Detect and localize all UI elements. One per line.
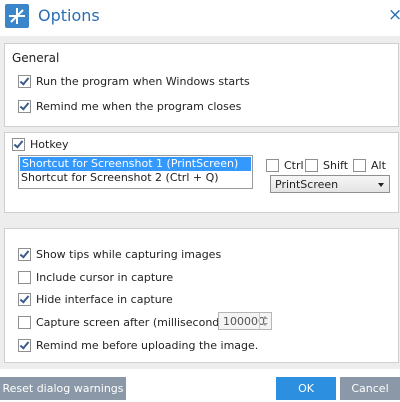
hotkey-checkbox[interactable] bbox=[12, 137, 25, 151]
show-tips-checkbox[interactable] bbox=[18, 247, 31, 261]
show-tips-label: Show tips while capturing images bbox=[36, 247, 222, 261]
title-bar: Options × bbox=[0, 0, 400, 36]
run-on-startup-checkbox[interactable] bbox=[18, 74, 31, 88]
alt-label: Alt bbox=[371, 158, 386, 172]
include-cursor-option[interactable]: Include cursor in capture bbox=[18, 269, 173, 285]
hotkey-key-value: PrintScreen bbox=[275, 178, 339, 191]
hotkey-group: Hotkey Shortcut for Screenshot 1 (PrintS… bbox=[4, 132, 399, 213]
chevron-down-icon bbox=[378, 183, 384, 187]
capture-delay-option[interactable]: Capture screen after (milliseconds): bbox=[18, 314, 233, 330]
alt-checkbox[interactable] bbox=[353, 158, 366, 172]
shortcut-item-screenshot-2[interactable]: Shortcut for Screenshot 2 (Ctrl + Q) bbox=[19, 171, 252, 185]
stepper-buttons[interactable] bbox=[259, 313, 271, 329]
general-group: General Run the program when Windows sta… bbox=[4, 43, 399, 127]
remind-on-close-option[interactable]: Remind me when the program closes bbox=[18, 98, 241, 114]
dialog-footer: Reset dialog warnings OK Cancel bbox=[0, 369, 400, 402]
hide-interface-option[interactable]: Hide interface in capture bbox=[18, 291, 173, 307]
capture-group: Show tips while capturing images Include… bbox=[4, 228, 399, 363]
capture-delay-label: Capture screen after (milliseconds): bbox=[36, 315, 234, 329]
hide-interface-label: Hide interface in capture bbox=[36, 292, 173, 306]
remind-on-close-label: Remind me when the program closes bbox=[36, 99, 242, 113]
hide-interface-checkbox[interactable] bbox=[18, 292, 31, 306]
shift-modifier-option[interactable]: Shift bbox=[305, 157, 348, 173]
general-group-title: General bbox=[12, 51, 60, 65]
run-on-startup-label: Run the program when Windows starts bbox=[36, 74, 250, 88]
stepper-up-icon[interactable] bbox=[262, 316, 268, 319]
remind-upload-checkbox[interactable] bbox=[18, 338, 31, 352]
app-logo-icon bbox=[5, 4, 29, 28]
cancel-button[interactable]: Cancel bbox=[340, 377, 400, 400]
window-title: Options bbox=[38, 6, 100, 25]
stepper-down-icon[interactable] bbox=[262, 323, 268, 326]
run-on-startup-option[interactable]: Run the program when Windows starts bbox=[18, 73, 250, 89]
remind-upload-label: Remind me before uploading the image. bbox=[36, 338, 259, 352]
show-tips-option[interactable]: Show tips while capturing images bbox=[18, 246, 221, 262]
shift-checkbox[interactable] bbox=[305, 158, 318, 172]
reset-dialog-warnings-button[interactable]: Reset dialog warnings bbox=[0, 377, 126, 400]
ctrl-label: Ctrl bbox=[284, 158, 304, 172]
close-icon[interactable]: × bbox=[388, 6, 400, 24]
include-cursor-checkbox[interactable] bbox=[18, 270, 31, 284]
hotkey-shortcut-list[interactable]: Shortcut for Screenshot 1 (PrintScreen) … bbox=[18, 155, 253, 189]
include-cursor-label: Include cursor in capture bbox=[36, 270, 174, 284]
hotkey-option[interactable]: Hotkey bbox=[12, 136, 69, 152]
options-body: General Run the program when Windows sta… bbox=[0, 36, 400, 369]
capture-delay-checkbox[interactable] bbox=[18, 315, 31, 329]
ctrl-modifier-option[interactable]: Ctrl bbox=[266, 157, 304, 173]
hotkey-key-select[interactable]: PrintScreen bbox=[270, 175, 390, 193]
remind-on-close-checkbox[interactable] bbox=[18, 99, 31, 113]
remind-upload-option[interactable]: Remind me before uploading the image. bbox=[18, 337, 258, 353]
alt-modifier-option[interactable]: Alt bbox=[353, 157, 386, 173]
shift-label: Shift bbox=[323, 158, 349, 172]
capture-delay-stepper[interactable]: 100000 bbox=[218, 312, 272, 330]
ok-button[interactable]: OK bbox=[276, 377, 336, 400]
shortcut-item-screenshot-1[interactable]: Shortcut for Screenshot 1 (PrintScreen) bbox=[20, 157, 251, 171]
ctrl-checkbox[interactable] bbox=[266, 158, 279, 172]
hotkey-label: Hotkey bbox=[30, 137, 69, 151]
